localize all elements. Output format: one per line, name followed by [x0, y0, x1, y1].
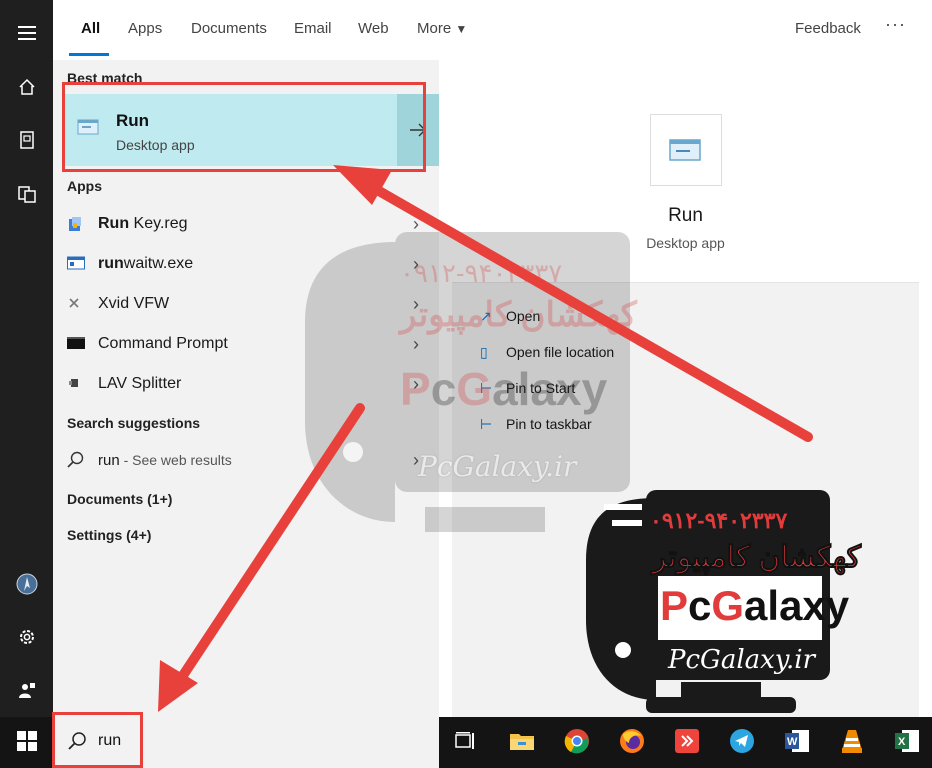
annotation-arrow-to-best-match: [333, 165, 813, 442]
annotation-arrow-to-search: [158, 403, 365, 712]
annotation-arrows: [158, 165, 813, 712]
